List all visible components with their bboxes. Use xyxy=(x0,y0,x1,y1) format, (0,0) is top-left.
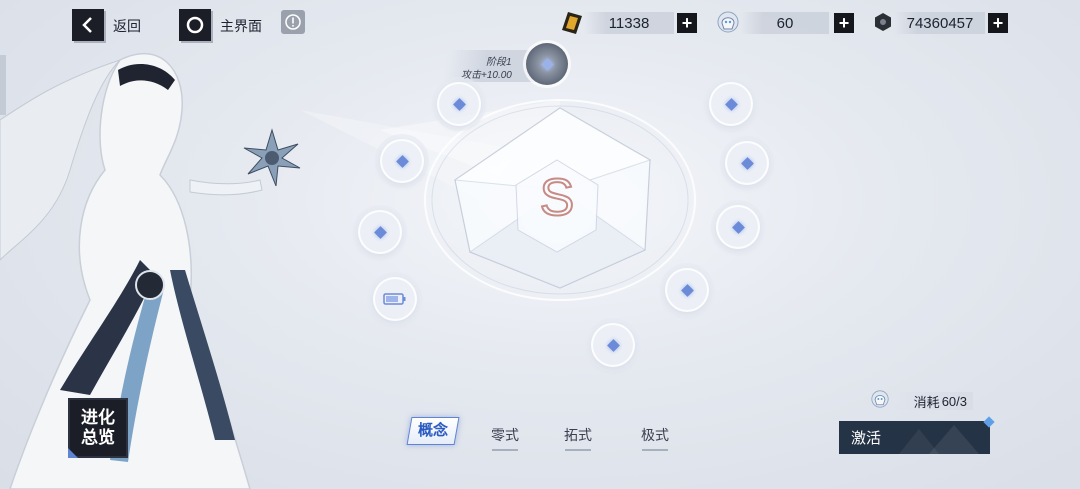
circle-icon xyxy=(186,16,204,34)
gold-ticket-icon xyxy=(562,12,582,34)
cost-row: 消耗 60/3 xyxy=(893,392,973,410)
evolution-overview-line2: 总览 xyxy=(81,428,115,447)
diamond-icon xyxy=(373,225,387,239)
home-label[interactable]: 主界面 xyxy=(220,16,262,36)
stage-node-10[interactable] xyxy=(709,82,753,126)
tab-concept-label: 概念 xyxy=(417,422,448,439)
cost-value: 60/3 xyxy=(941,393,967,409)
resource-value-nuts: 74360457 xyxy=(895,12,985,34)
diamond-icon xyxy=(395,154,409,168)
hex-nut-icon xyxy=(873,12,893,32)
resource-value-portrait: 60 xyxy=(741,12,829,34)
add-portrait-button[interactable]: + xyxy=(834,13,854,33)
flower-bouquet xyxy=(243,128,301,187)
resource-value-tickets: 11338 xyxy=(584,12,674,34)
back-label[interactable]: 返回 xyxy=(113,16,141,36)
tab-zero[interactable]: 零式 xyxy=(485,425,525,451)
home-button[interactable] xyxy=(179,9,211,41)
diamond-icon xyxy=(740,156,754,170)
stage-node-7[interactable] xyxy=(665,268,709,312)
diamond-icon xyxy=(606,338,620,352)
tab-concept[interactable]: 概念 xyxy=(406,417,460,445)
activate-button[interactable]: 激活 xyxy=(839,421,990,454)
back-button[interactable] xyxy=(72,9,104,41)
stage-node-4[interactable] xyxy=(358,210,402,254)
button-pattern xyxy=(899,425,979,454)
stage-tooltip-line2: 攻击+10.00 xyxy=(461,70,512,81)
cost-portrait-icon xyxy=(871,390,889,408)
corner-accent xyxy=(68,448,78,458)
activate-label: 激活 xyxy=(851,430,882,447)
evolution-overview-line1: 进化 xyxy=(81,408,115,427)
tab-zero-label: 零式 xyxy=(491,427,519,443)
diamond-icon xyxy=(452,97,466,111)
diamond-icon xyxy=(731,220,745,234)
stage-node-2[interactable] xyxy=(437,82,481,126)
tab-expand[interactable]: 拓式 xyxy=(558,425,598,451)
tab-expand-label: 拓式 xyxy=(564,427,592,443)
battery-icon xyxy=(383,293,406,305)
tab-ultimate-label: 极式 xyxy=(641,427,669,443)
character-art xyxy=(0,53,263,489)
character-portrait-icon xyxy=(717,11,739,33)
stage-node-8[interactable] xyxy=(716,205,760,249)
stage-node-5[interactable] xyxy=(373,277,417,321)
chevron-left-icon xyxy=(82,17,92,33)
cost-label: 消耗 xyxy=(913,394,940,410)
core-rank-letter: S xyxy=(539,168,576,228)
stage-node-6[interactable] xyxy=(591,323,635,367)
stage-node-9[interactable] xyxy=(725,141,769,185)
exclamation-icon xyxy=(285,14,301,30)
stage-node-3[interactable] xyxy=(380,139,424,183)
tab-ultimate[interactable]: 极式 xyxy=(635,425,675,451)
diamond-icon xyxy=(724,97,738,111)
diamond-icon xyxy=(680,283,694,297)
add-tickets-button[interactable]: + xyxy=(677,13,697,33)
add-nuts-button[interactable]: + xyxy=(988,13,1008,33)
stage-node-current[interactable] xyxy=(526,43,568,85)
info-button[interactable] xyxy=(281,10,305,34)
diamond-icon xyxy=(540,57,554,71)
